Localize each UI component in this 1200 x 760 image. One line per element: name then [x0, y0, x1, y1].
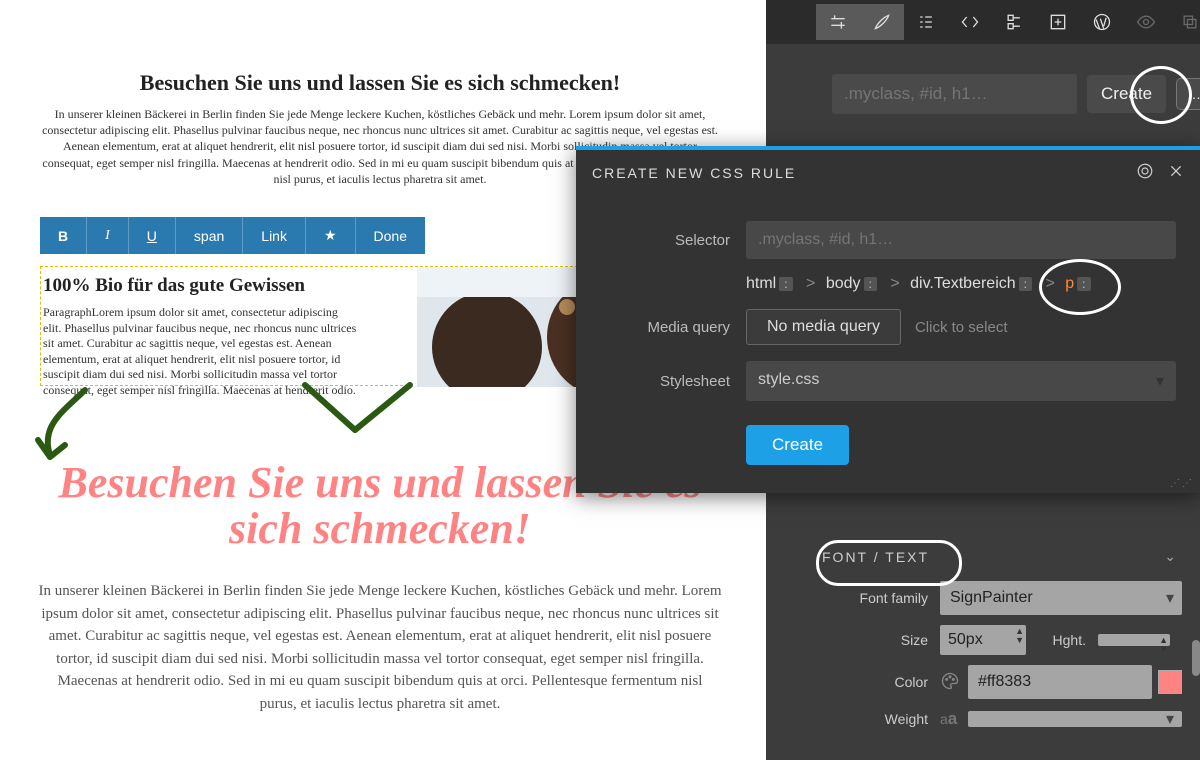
star-button[interactable]: ★: [306, 217, 356, 254]
close-icon[interactable]: [1168, 163, 1184, 182]
chevron-down-icon: ▾: [1166, 588, 1174, 608]
link-button[interactable]: Link: [243, 217, 306, 254]
scrollbar-thumb[interactable]: [1192, 640, 1200, 676]
annotation-caret-icon: [300, 380, 420, 440]
resize-handle-icon[interactable]: ⋰⋰: [1170, 478, 1194, 489]
selector-label: Selector: [600, 232, 746, 249]
italic-button[interactable]: I: [87, 217, 129, 254]
modal-title: CREATE NEW CSS RULE: [592, 165, 796, 181]
chevron-down-icon: ▾: [1166, 709, 1174, 729]
selector-input[interactable]: [832, 74, 1077, 114]
inspector-mode-tabs: [816, 4, 1200, 40]
color-swatch[interactable]: [1158, 670, 1182, 694]
settings-icon[interactable]: [816, 4, 860, 40]
modal-selector-input[interactable]: [746, 221, 1176, 259]
color-label: Color: [818, 674, 940, 690]
add-panel-icon[interactable]: [1036, 4, 1080, 40]
crumb-div[interactable]: div.Textbereich: [910, 275, 1016, 292]
code-icon[interactable]: [948, 4, 992, 40]
styled-paragraph: In unserer kleinen Bäckerei in Berlin fi…: [38, 580, 722, 715]
color-input[interactable]: #ff8383: [968, 665, 1152, 699]
span-button[interactable]: span: [176, 217, 243, 254]
create-css-rule-modal: CREATE NEW CSS RULE Selector html: > bod…: [576, 146, 1200, 493]
font-family-label: Font family: [818, 590, 940, 606]
media-hint[interactable]: Click to select: [915, 319, 1008, 336]
font-family-select[interactable]: SignPainter▾: [940, 581, 1182, 615]
inline-text-toolbar: B I U span Link ★ Done: [40, 217, 425, 254]
done-button[interactable]: Done: [356, 217, 425, 254]
weight-select[interactable]: ▾: [968, 711, 1182, 727]
chevron-down-icon[interactable]: ⌄: [1164, 548, 1178, 565]
stylesheet-label: Stylesheet: [600, 373, 746, 390]
modal-create-button[interactable]: Create: [746, 425, 849, 465]
underline-button[interactable]: U: [129, 217, 176, 254]
text-weight-icon: aa: [940, 709, 962, 729]
annotation-arrow-icon: [10, 385, 100, 475]
font-text-panel: FONT / TEXT ⌄ Font family SignPainter▾ S…: [818, 542, 1182, 739]
create-rule-button[interactable]: Create: [1087, 75, 1166, 113]
new-rule-bar: Create …: [832, 74, 1182, 114]
bold-button[interactable]: B: [40, 217, 87, 254]
height-input[interactable]: ▲▼: [1098, 634, 1170, 646]
copy-icon[interactable]: [1168, 4, 1200, 40]
tree-icon[interactable]: [992, 4, 1036, 40]
height-label: Hght.: [1026, 632, 1098, 648]
weight-label: Weight: [818, 711, 940, 727]
target-icon[interactable]: [1136, 162, 1154, 183]
chevron-down-icon: ▾: [1156, 371, 1164, 391]
stylesheet-select[interactable]: style.css ▾: [746, 361, 1176, 401]
css-inspector-sidebar: Create … CREATE NEW CSS RULE Selector: [766, 0, 1200, 760]
crumb-body[interactable]: body: [826, 275, 861, 292]
stepper-icon[interactable]: ▲▼: [1159, 636, 1168, 654]
eye-icon[interactable]: [1124, 4, 1168, 40]
panel-header[interactable]: FONT / TEXT: [822, 549, 929, 565]
size-input[interactable]: 50px▲▼: [940, 625, 1026, 655]
page-title: Besuchen Sie uns und lassen Sie es sich …: [40, 70, 720, 96]
stepper-icon[interactable]: ▲▼: [1015, 627, 1024, 645]
media-label: Media query: [600, 319, 746, 336]
size-label: Size: [818, 632, 940, 648]
crumb-p[interactable]: p: [1065, 275, 1074, 292]
palette-icon[interactable]: [940, 671, 962, 694]
wordpress-icon[interactable]: [1080, 4, 1124, 40]
brush-icon[interactable]: [860, 4, 904, 40]
more-options-button[interactable]: …: [1176, 78, 1200, 110]
selector-breadcrumb: html: > body: > div.Textbereich: > p:: [746, 275, 1176, 293]
list-icon[interactable]: [904, 4, 948, 40]
crumb-html[interactable]: html: [746, 275, 776, 292]
media-query-button[interactable]: No media query: [746, 309, 901, 345]
